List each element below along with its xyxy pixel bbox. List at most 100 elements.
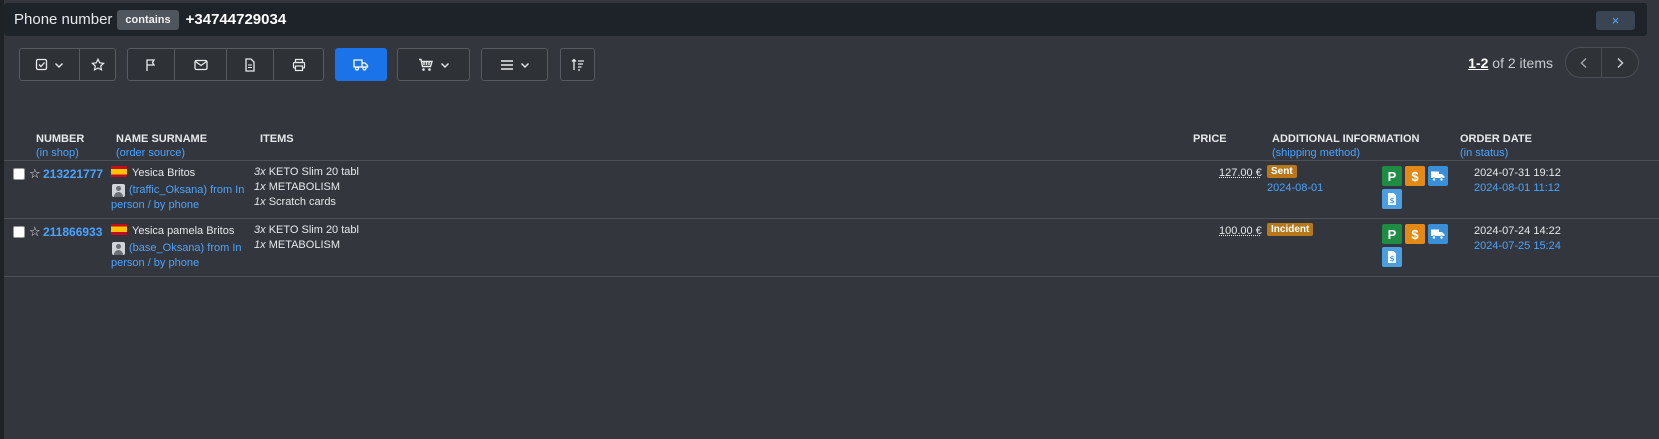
sort-icon [571,58,584,71]
column-number[interactable]: NUMBER (in shop) [36,132,84,160]
flag-button[interactable] [127,48,175,81]
order-price: 100.00 € [1219,225,1262,237]
column-additional-info[interactable]: ADDITIONAL INFORMATION (shipping method) [1272,132,1419,160]
in-status-date[interactable]: 2024-08-01 11:12 [1474,182,1560,194]
column-name-sublabel: (order source) [116,147,186,159]
column-items-label: ITEMS [260,133,294,145]
filter-operator[interactable]: contains [117,9,179,30]
chevron-down-icon [440,62,449,68]
favorite-button[interactable] [80,48,116,81]
cart-icon [418,58,433,71]
shipping-button[interactable] [335,48,387,81]
svg-text:$: $ [1390,197,1395,205]
payment-p-icon[interactable]: P [1382,166,1402,186]
row-checkbox[interactable] [13,168,25,180]
select-dropdown-button[interactable] [19,48,80,81]
list-item: 1x Scratch cards [254,195,359,210]
divider [4,276,1659,277]
order-source-continued[interactable]: person / by phone [111,256,251,271]
user-icon [112,184,125,197]
pagination-range[interactable]: 1-2 [1468,55,1488,71]
column-number-label: NUMBER [36,133,85,145]
filter-clear-button[interactable]: × [1596,11,1635,30]
order-number[interactable]: 213221777 [43,167,103,181]
document-icon [245,57,255,72]
document-button[interactable] [227,48,274,81]
previous-page-button[interactable] [1565,47,1602,78]
column-additional-sublabel: (shipping method) [1272,147,1361,159]
list-item: 3x KETO Slim 20 tabl [254,223,359,238]
table-header: NUMBER (in shop) NAME SURNAME (order sourc… [0,132,1659,162]
column-additional-label: ADDITIONAL INFORMATION [1272,133,1420,145]
column-number-sublabel: (in shop) [36,147,79,159]
payment-p-icon[interactable]: P [1382,224,1402,244]
truck-icon [353,59,369,71]
dollar-icon[interactable]: $ [1405,224,1425,244]
star-icon [90,57,105,71]
customer-name: Yesica Britos [132,167,196,179]
printer-icon [292,58,305,71]
item-name: KETO Slim 20 tabl [268,224,359,236]
table-row[interactable]: ☆ 213221777 Yesica Britos (traffic_Oksan… [0,161,1659,219]
list-item: 1x METABOLISM [254,238,359,253]
star-icon[interactable]: ☆ [29,224,41,240]
menu-dropdown-button[interactable] [481,48,548,81]
sort-button[interactable] [560,48,595,81]
filter-field-label: Phone number [14,11,113,28]
order-source-continued[interactable]: person / by phone [111,198,251,213]
pagination-status: 1-2 of 2 items [1468,55,1553,71]
in-status-date[interactable]: 2024-07-25 15:24 [1474,240,1561,252]
column-items[interactable]: ITEMS [260,132,294,146]
truck-icon[interactable] [1428,224,1448,244]
order-source[interactable]: (base_Oksana) from In [129,241,269,256]
truck-icon[interactable] [1428,166,1448,186]
pagination: 1-2 of 2 items [1468,47,1639,78]
flag-icon [146,58,156,71]
star-icon[interactable]: ☆ [29,166,41,182]
order-date: 2024-07-31 19:12 [1474,167,1561,179]
status-badge[interactable]: Incident [1267,223,1314,236]
chevron-right-icon [1617,57,1624,68]
status-badge[interactable]: Sent [1267,165,1297,178]
filter-bar: Phone number contains +34744729034 × [4,3,1647,36]
item-qty: 3x [254,166,266,178]
chevron-down-icon [520,62,529,68]
column-price-label: PRICE [1193,133,1227,145]
column-name[interactable]: NAME SURNAME (order source) [116,132,207,160]
list-item: 3x KETO Slim 20 tabl [254,165,359,180]
item-qty: 1x [254,196,266,208]
column-name-label: NAME SURNAME [116,133,208,145]
column-order-date[interactable]: ORDER DATE (in status) [1460,132,1532,160]
invoice-icon[interactable]: $ [1382,247,1402,267]
order-number[interactable]: 211866933 [43,225,102,239]
checkbox-icon [35,58,48,71]
dollar-icon[interactable]: $ [1405,166,1425,186]
mail-button[interactable] [175,48,227,81]
close-icon: × [1611,13,1620,28]
row-checkbox[interactable] [13,226,25,238]
items-list: 3x KETO Slim 20 tabl 1x METABOLISM [254,223,359,253]
mail-icon [193,59,208,70]
order-date: 2024-07-24 14:22 [1474,225,1561,237]
item-qty: 3x [254,224,266,236]
column-order-date-sublabel: (in status) [1460,147,1509,159]
pagination-total: of 2 items [1488,54,1553,71]
cart-dropdown-button[interactable] [397,48,470,81]
order-price: 127.00 € [1219,167,1262,179]
item-name: METABOLISM [268,239,340,251]
next-page-button[interactable] [1602,47,1639,78]
list-item: 1x METABOLISM [254,180,359,195]
spain-flag-icon [111,224,127,235]
user-icon [112,242,125,255]
spain-flag-icon [111,166,127,177]
status-date[interactable]: 2024-08-01 [1267,182,1323,194]
item-name: METABOLISM [268,181,340,193]
print-button[interactable] [274,48,324,81]
item-name: Scratch cards [268,196,336,208]
invoice-icon[interactable]: $ [1382,189,1402,209]
filter-value[interactable]: +34744729034 [186,11,287,28]
column-price[interactable]: PRICE [1193,132,1227,146]
item-name: KETO Slim 20 tabl [268,166,359,178]
order-source[interactable]: (traffic_Oksana) from In [129,183,269,198]
table-row[interactable]: ☆ 211866933 Yesica pamela Britos (base_O… [0,219,1659,277]
